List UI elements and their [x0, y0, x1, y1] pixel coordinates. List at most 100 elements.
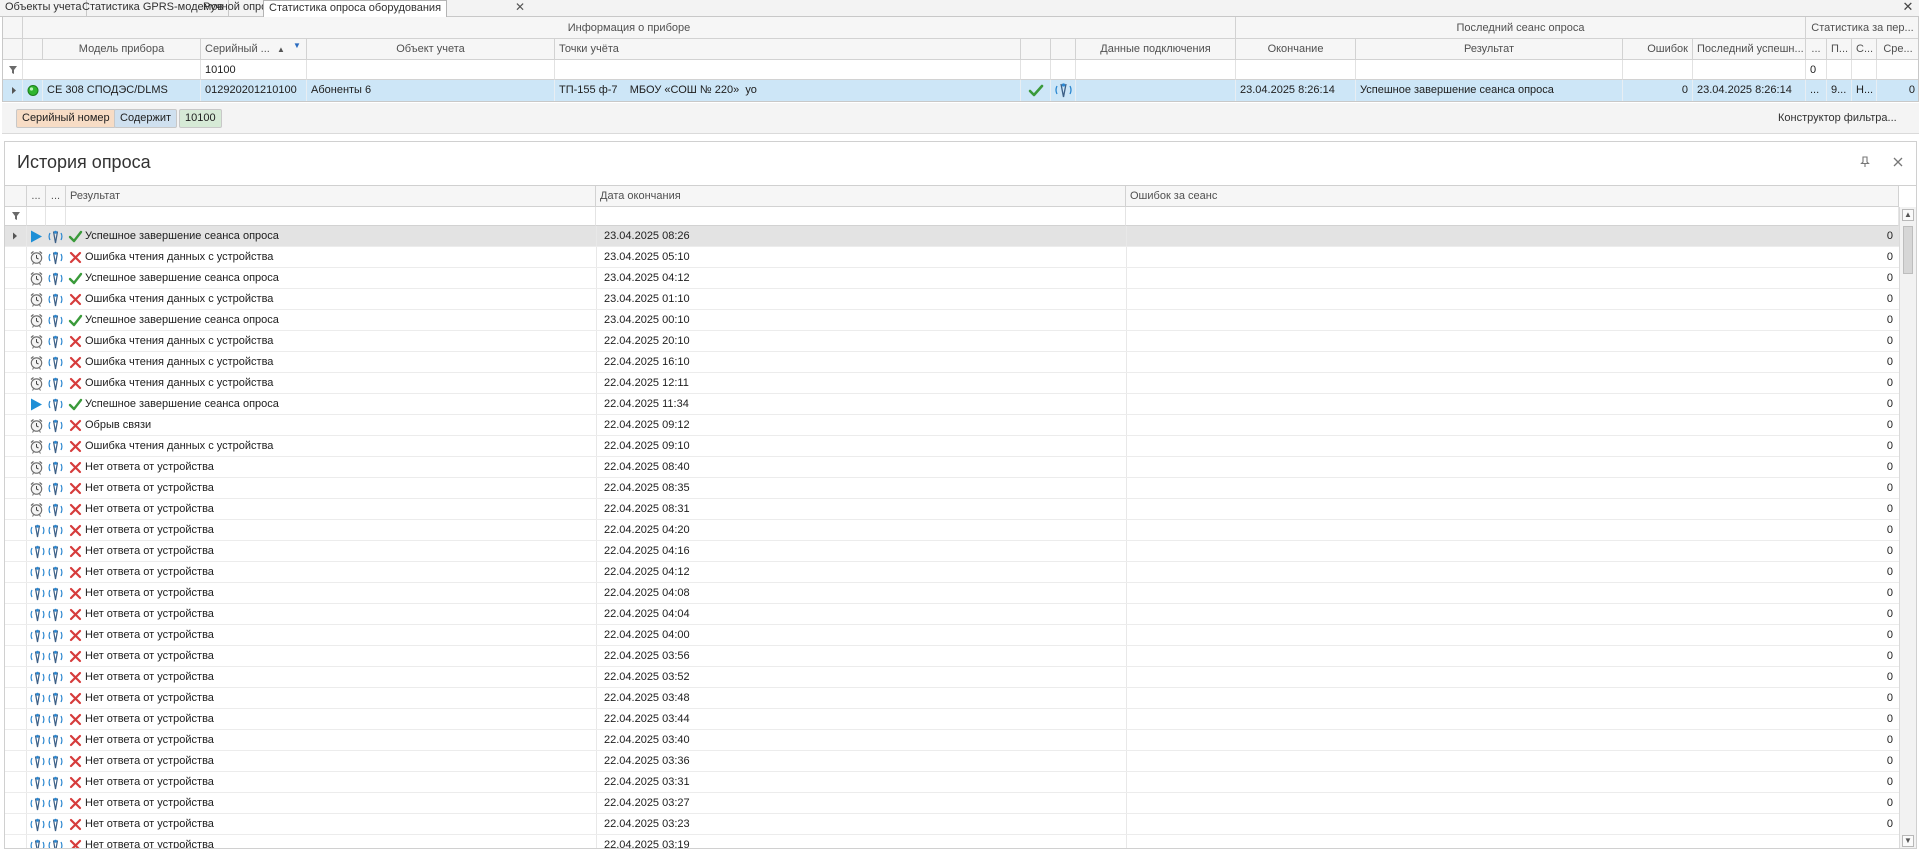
history-filter-channel[interactable] [46, 207, 66, 226]
row-end-date[interactable]: 22.04.2025 03:44 [600, 709, 1126, 729]
filter-errors-cell[interactable] [1623, 60, 1693, 80]
row-errors[interactable]: 0 [1126, 625, 1899, 645]
row-errors[interactable]: 0 [1126, 373, 1899, 393]
history-row[interactable]: Успешное завершение сеанса опроса 23.04.2… [5, 226, 1899, 247]
row-result[interactable]: Нет ответа от устройства [81, 604, 596, 624]
row-end-date[interactable]: 22.04.2025 03:56 [600, 646, 1126, 666]
scroll-thumb[interactable] [1903, 226, 1913, 274]
row-result[interactable]: Нет ответа от устройства [81, 646, 596, 666]
row-errors[interactable]: 0 [1126, 772, 1899, 792]
row-errors[interactable]: 0 [1126, 814, 1899, 834]
row-errors[interactable]: 0 [1126, 478, 1899, 498]
row-p[interactable]: 9... [1827, 80, 1852, 101]
col-last-success-header[interactable]: Последний успешн... [1693, 39, 1806, 60]
row-errors[interactable]: 0 [1126, 709, 1899, 729]
row-errors[interactable]: 0 [1126, 457, 1899, 477]
history-col-channel-header[interactable]: ... [46, 186, 66, 207]
row-serial[interactable]: 012920201210100 [201, 80, 307, 101]
col-serial-header[interactable]: Серийный ... ▲ ▼ [201, 39, 307, 60]
pin-icon[interactable] [1857, 154, 1873, 170]
row-result[interactable]: Нет ответа от устройства [81, 835, 596, 848]
row-result[interactable]: Успешное завершение сеанса опроса [81, 394, 596, 414]
history-row[interactable]: Нет ответа от устройства 22.04.2025 08:35… [5, 478, 1899, 499]
history-row[interactable]: Нет ответа от устройства 22.04.2025 03:48… [5, 688, 1899, 709]
filter-object-cell[interactable] [307, 60, 555, 80]
history-filter-date[interactable] [596, 207, 1126, 226]
row-end-date[interactable]: 23.04.2025 00:10 [600, 310, 1126, 330]
history-col-result-header[interactable]: Результат [66, 186, 596, 207]
row-result[interactable]: Ошибка чтения данных с устройства [81, 289, 596, 309]
row-result[interactable]: Успешное завершение сеанса опроса [81, 310, 596, 330]
history-row[interactable]: Нет ответа от устройства 22.04.2025 04:08… [5, 583, 1899, 604]
history-row[interactable]: Нет ответа от устройства 22.04.2025 03:27… [5, 793, 1899, 814]
col-end-header[interactable]: Окончание [1236, 39, 1356, 60]
history-row[interactable]: Нет ответа от устройства 22.04.2025 08:31… [5, 499, 1899, 520]
row-result[interactable]: Ошибка чтения данных с устройства [81, 331, 596, 351]
row-result[interactable]: Успешное завершение сеанса опроса [81, 268, 596, 288]
row-errors[interactable]: 0 [1126, 604, 1899, 624]
history-row[interactable]: Нет ответа от устройства 22.04.2025 04:20… [5, 520, 1899, 541]
row-errors[interactable]: 0 [1126, 436, 1899, 456]
row-result[interactable]: Нет ответа от устройства [81, 751, 596, 771]
row-errors[interactable]: 0 [1126, 541, 1899, 561]
row-model[interactable]: СЕ 308 СПОДЭС/DLMS [43, 80, 201, 101]
row-errors[interactable]: 0 [1126, 520, 1899, 540]
row-result[interactable]: Нет ответа от устройства [81, 583, 596, 603]
history-row[interactable]: Нет ответа от устройства 22.04.2025 03:36… [5, 751, 1899, 772]
row-result[interactable]: Нет ответа от устройства [81, 520, 596, 540]
row-end-date[interactable]: 22.04.2025 08:35 [600, 478, 1126, 498]
row-errors[interactable]: 0 [1126, 415, 1899, 435]
history-row[interactable]: Обрыв связи 22.04.2025 09:12 0 [5, 415, 1899, 436]
col-connection-header[interactable]: Данные подключения [1076, 39, 1236, 60]
filter-points-cell[interactable] [555, 60, 1021, 80]
history-row[interactable]: Нет ответа от устройства 22.04.2025 03:19 [5, 835, 1899, 848]
history-filter-errors[interactable] [1126, 207, 1899, 226]
row-s[interactable]: Н... [1852, 80, 1877, 101]
tab-close-icon[interactable]: ✕ [513, 0, 527, 16]
row-end-date[interactable]: 22.04.2025 04:08 [600, 583, 1126, 603]
row-errors[interactable]: 0 [1126, 289, 1899, 309]
filter-success-cell[interactable] [1021, 60, 1051, 80]
filter-connection-cell[interactable] [1076, 60, 1236, 80]
history-row[interactable]: Нет ответа от устройства 22.04.2025 04:04… [5, 604, 1899, 625]
filter-s-cell[interactable] [1852, 60, 1877, 80]
filter-antenna-cell[interactable] [1051, 60, 1076, 80]
row-end-date[interactable]: 22.04.2025 03:23 [600, 814, 1126, 834]
row-result[interactable]: Нет ответа от устройства [81, 562, 596, 582]
row-errors[interactable]: 0 [1126, 310, 1899, 330]
sort-ascending-icon[interactable]: ▲ [277, 39, 285, 59]
row-errors[interactable]: 0 [1126, 268, 1899, 288]
row-end-date[interactable]: 22.04.2025 03:27 [600, 793, 1126, 813]
col-success-icon-header[interactable] [1021, 39, 1051, 60]
row-end-date[interactable]: 22.04.2025 04:12 [600, 562, 1126, 582]
history-row[interactable]: Нет ответа от устройства 22.04.2025 03:44… [5, 709, 1899, 730]
col-p-header[interactable]: П... [1827, 39, 1852, 60]
history-row[interactable]: Ошибка чтения данных с устройства 22.04.2… [5, 373, 1899, 394]
history-col-end-date-header[interactable]: Дата окончания [596, 186, 1126, 207]
row-points[interactable]: ТП-155 ф-7 МБОУ «СОШ № 220» уо [555, 80, 1021, 101]
row-result[interactable]: Ошибка чтения данных с устройства [81, 373, 596, 393]
history-row[interactable]: Ошибка чтения данных с устройства 23.04.2… [5, 289, 1899, 310]
row-end-date[interactable]: 22.04.2025 04:16 [600, 541, 1126, 561]
row-errors[interactable]: 0 [1126, 730, 1899, 750]
row-end-date[interactable]: 22.04.2025 04:00 [600, 625, 1126, 645]
expand-arrow-icon[interactable] [3, 80, 23, 101]
history-filter-result[interactable] [66, 207, 596, 226]
row-errors[interactable]: 0 [1126, 499, 1899, 519]
row-end-date[interactable]: 23.04.2025 08:26 [600, 226, 1126, 246]
history-row[interactable]: Успешное завершение сеанса опроса 23.04.2… [5, 310, 1899, 331]
row-end-date[interactable]: 22.04.2025 04:20 [600, 520, 1126, 540]
row-result[interactable]: Нет ответа от устройства [81, 793, 596, 813]
row-errors[interactable]: 0 [1126, 667, 1899, 687]
row-errors[interactable]: 0 [1126, 226, 1899, 246]
col-s-header[interactable]: С... [1852, 39, 1877, 60]
history-row[interactable]: Нет ответа от устройства 22.04.2025 03:40… [5, 730, 1899, 751]
filter-result-cell[interactable] [1356, 60, 1623, 80]
row-end-date[interactable]: 22.04.2025 08:40 [600, 457, 1126, 477]
history-row[interactable]: Нет ответа от устройства 22.04.2025 04:00… [5, 625, 1899, 646]
row-end-date[interactable]: 23.04.2025 05:10 [600, 247, 1126, 267]
row-end-date[interactable]: 22.04.2025 03:31 [600, 772, 1126, 792]
row-end-date[interactable]: 22.04.2025 20:10 [600, 331, 1126, 351]
row-end-date[interactable]: 22.04.2025 04:04 [600, 604, 1126, 624]
row-result[interactable]: Успешное завершение сеанса опроса [1356, 80, 1623, 101]
